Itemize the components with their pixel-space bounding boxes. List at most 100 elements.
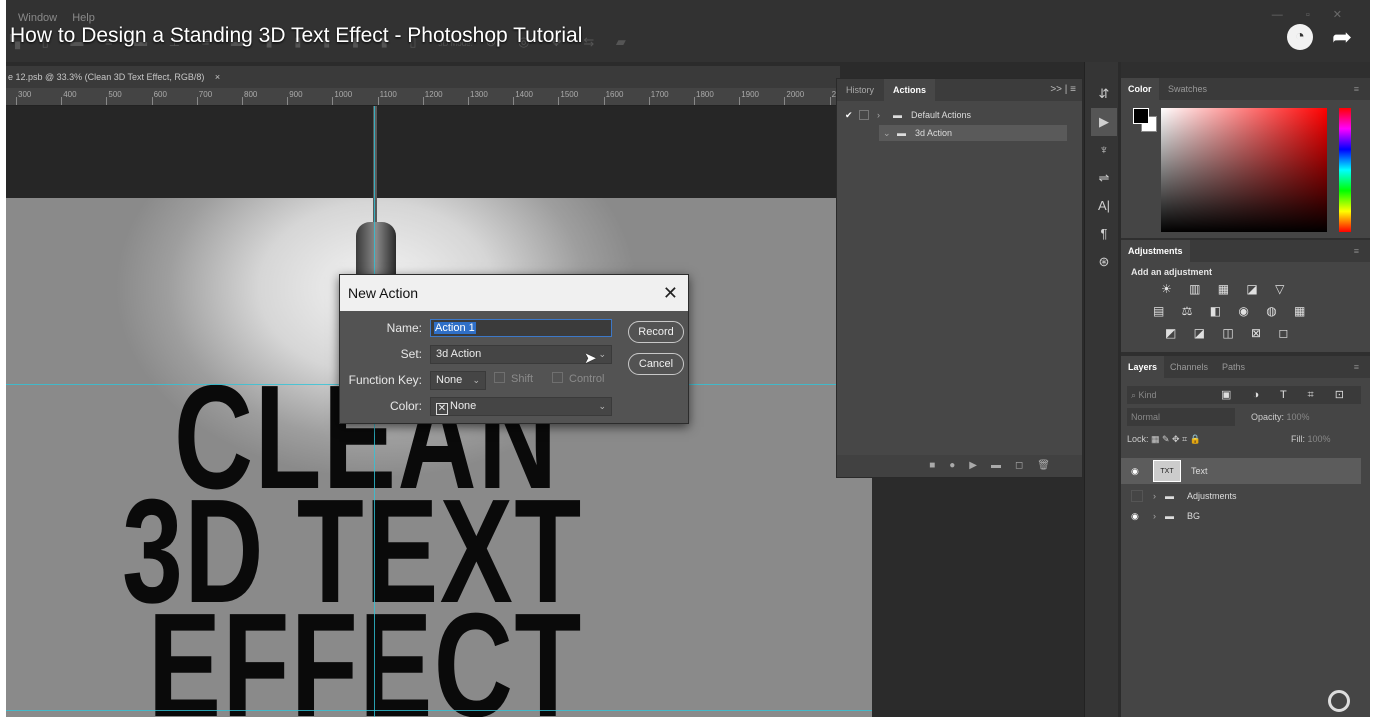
fill-label: Fill:	[1291, 434, 1305, 444]
action-name-field[interactable]: Action 1	[430, 319, 612, 337]
ruler-tick	[784, 97, 786, 105]
adjustment-icons-row-1[interactable]: ☀ ▥ ▦ ◪ ▽	[1161, 282, 1291, 296]
chevron-right-icon[interactable]: ›	[1153, 506, 1156, 526]
control-label: Control	[569, 373, 605, 385]
panel-menu-icon[interactable]: ≡	[1347, 240, 1366, 262]
ruler-tick	[694, 97, 695, 105]
function-key-select[interactable]: None ⌄	[430, 371, 486, 390]
right-panels: Color Swatches ≡ Adjustments ≡ Add an ad…	[1121, 62, 1370, 717]
play-icon[interactable]: ▶	[1091, 108, 1117, 136]
ruler-tick-label: 1600	[605, 90, 624, 99]
checkbox-box	[494, 372, 505, 383]
ruler-tick-label: 1700	[650, 90, 669, 99]
ruler-tick	[648, 97, 650, 105]
cancel-button[interactable]: Cancel	[628, 353, 684, 375]
tab-channels[interactable]: Channels	[1163, 356, 1215, 378]
checkbox-box	[552, 372, 563, 383]
chevron-right-icon[interactable]: ›	[1153, 486, 1156, 506]
watch-later-icon[interactable]: ◔	[1287, 24, 1313, 50]
color-picker-field[interactable]	[1161, 108, 1327, 232]
history-brush-icon[interactable]: ⇵	[1091, 80, 1117, 108]
ruler-tick-label: 800	[244, 90, 258, 99]
layer-thumbnail: TXT	[1153, 460, 1181, 482]
brush-settings-icon[interactable]: ♆	[1091, 136, 1117, 164]
fill-control[interactable]: Fill: 100%	[1291, 430, 1331, 448]
close-icon[interactable]: ✕	[663, 275, 678, 311]
ruler-tick-label: 500	[108, 90, 122, 99]
new-icon[interactable]: ◻	[1015, 460, 1037, 471]
set-label: Set:	[400, 347, 422, 361]
adjustments-subtitle: Add an adjustment	[1131, 267, 1213, 277]
lamp-head	[356, 222, 396, 282]
layers-panel: Layers Channels Paths ≡ ⌕ Kind ▣ ◑ T ⌗ ⊡…	[1121, 356, 1370, 717]
adjustment-icons-row-2[interactable]: ▤ ⚖ ◧ ◉ ◍ ▦	[1153, 304, 1312, 318]
ruler-tick	[332, 97, 334, 105]
folder-icon: ▬	[893, 110, 902, 120]
adjust-icon[interactable]: ⇌	[1091, 164, 1117, 192]
blend-mode-select[interactable]: Normal	[1127, 408, 1235, 426]
adjustment-icons-row-3[interactable]: ◩ ◪ ◫ ⊠ ◻	[1165, 326, 1295, 340]
tab-actions[interactable]: Actions	[884, 79, 936, 101]
record-icon[interactable]: ●	[949, 460, 969, 471]
share-icon[interactable]: ➦	[1328, 24, 1356, 52]
menu-item-window[interactable]: Window	[18, 12, 57, 24]
check-icon[interactable]: ✔	[845, 107, 853, 123]
dialog-toggle[interactable]	[859, 110, 869, 120]
watermark-logo-icon	[1328, 690, 1350, 712]
adjustments-panel-tabs: Adjustments ≡	[1121, 240, 1370, 262]
opacity-value[interactable]: 100%	[1287, 412, 1310, 422]
action-set-row[interactable]: ⌄ ▬ 3d Action	[879, 125, 1067, 141]
ruler-tick-label: 1900	[741, 90, 759, 99]
lock-label: Lock:	[1127, 434, 1149, 444]
foreground-color-swatch[interactable]	[1133, 108, 1149, 124]
tab-paths[interactable]: Paths	[1215, 356, 1252, 378]
horizontal-guide[interactable]	[6, 710, 872, 711]
actions-panel: History Actions >> | ≡ ✔ › ▬ Default Act…	[836, 78, 1083, 478]
ruler-tick	[739, 97, 741, 105]
ruler-tick-label: 700	[198, 90, 213, 99]
character-icon[interactable]: A|	[1091, 192, 1117, 220]
play-icon[interactable]: ▶	[969, 460, 991, 471]
action-set-row[interactable]: ✔ › ▬ Default Actions	[837, 107, 1067, 123]
tab-color[interactable]: Color	[1121, 78, 1159, 100]
tab-adjustments[interactable]: Adjustments	[1121, 240, 1190, 262]
tab-swatches[interactable]: Swatches	[1161, 78, 1214, 100]
tab-history[interactable]: History	[837, 79, 883, 101]
menu-item-help[interactable]: Help	[72, 12, 95, 24]
window-controls[interactable]: — ▫ ✕	[1272, 8, 1352, 21]
ruler-tick-label: 1000	[334, 90, 353, 99]
glyphs-icon[interactable]: ⊛	[1091, 248, 1117, 276]
record-button[interactable]: Record	[628, 321, 684, 343]
panel-menu-icon[interactable]: ≡	[1347, 78, 1366, 100]
shift-label: Shift	[511, 373, 534, 385]
visibility-toggle[interactable]	[1131, 490, 1143, 502]
fill-value[interactable]: 100%	[1308, 434, 1331, 444]
ruler-tick	[61, 97, 63, 105]
layer-row[interactable]: ◉ › ▬ BG	[1121, 506, 1361, 526]
chevron-right-icon[interactable]: ›	[877, 107, 880, 123]
ruler-tick	[377, 97, 379, 105]
shift-checkbox[interactable]: Shift	[494, 372, 533, 385]
dialog-titlebar[interactable]: New Action ✕	[340, 275, 688, 311]
horizontal-ruler: 300 400 500 600 700 800 900 1000 1100 1200 1300 140…	[6, 88, 840, 106]
hue-slider[interactable]	[1339, 108, 1351, 232]
panel-menu-icon[interactable]: ≡	[1347, 356, 1366, 378]
color-select[interactable]: ✕ None ⌄	[430, 397, 612, 416]
trash-icon[interactable]: 🗑	[1037, 460, 1064, 471]
layer-name: Adjustments	[1187, 491, 1237, 501]
folder-icon[interactable]: ▬	[991, 460, 1015, 471]
layer-row[interactable]: › ▬ Adjustments	[1121, 486, 1361, 506]
opacity-control[interactable]: Opacity: 100%	[1251, 408, 1310, 426]
actions-footer: ■●▶▬◻🗑	[837, 455, 1082, 477]
control-checkbox[interactable]: Control	[552, 372, 604, 385]
tab-layers[interactable]: Layers	[1121, 356, 1165, 378]
stop-icon[interactable]: ■	[929, 460, 949, 471]
document-tab[interactable]: e 12.psb @ 33.3% (Clean 3D Text Effect, …	[6, 66, 840, 88]
close-icon[interactable]: ×	[215, 72, 220, 82]
panel-menu-icon[interactable]: >> | ≡	[1050, 79, 1076, 101]
eye-icon[interactable]: ◉	[1131, 506, 1139, 526]
eye-icon[interactable]: ◉	[1131, 458, 1139, 484]
chevron-down-icon[interactable]: ⌄	[883, 125, 891, 141]
layer-row[interactable]: ◉ TXT Text	[1121, 458, 1361, 484]
paragraph-icon[interactable]: ¶	[1091, 220, 1117, 248]
